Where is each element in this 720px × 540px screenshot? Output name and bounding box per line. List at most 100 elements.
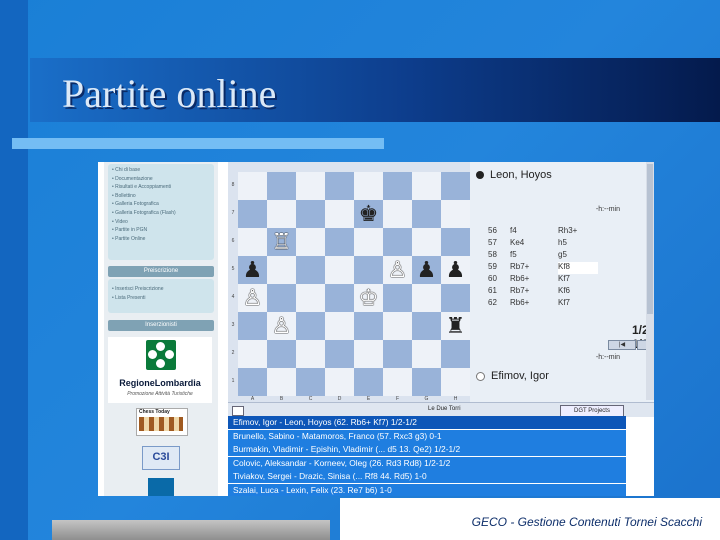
board-square[interactable] <box>296 256 325 284</box>
sidebar-item[interactable]: • Risultati e Accoppiamenti <box>112 183 214 192</box>
move-black[interactable]: Kf8 <box>558 262 598 274</box>
move-white[interactable]: Rb6+ <box>510 298 558 310</box>
board-square[interactable] <box>296 172 325 200</box>
graph-logo-icon[interactable] <box>148 478 174 496</box>
move-white[interactable]: Ke4 <box>510 238 558 250</box>
board-square[interactable] <box>354 340 383 368</box>
board-square[interactable] <box>267 340 296 368</box>
board-square[interactable] <box>354 312 383 340</box>
board-square[interactable] <box>238 340 267 368</box>
board-square[interactable] <box>441 284 470 312</box>
board-square[interactable] <box>354 256 383 284</box>
board-square[interactable] <box>383 312 412 340</box>
nav-button[interactable]: |◀ <box>608 340 636 350</box>
board-square[interactable] <box>412 368 441 396</box>
sidebar-item[interactable]: • Lista Presenti <box>112 294 214 303</box>
board-square[interactable] <box>296 228 325 256</box>
chess-piece-wp2[interactable]: ♙ <box>238 284 267 312</box>
chess-piece-br[interactable]: ♜ <box>441 312 470 340</box>
move-white[interactable]: Rb6+ <box>510 274 558 286</box>
move-row[interactable]: 60 Rb6+ Kf7 <box>488 274 618 286</box>
game-list-item[interactable]: Tiviakov, Sergei - Drazic, Sinisa (... R… <box>228 470 626 483</box>
board-square[interactable] <box>238 312 267 340</box>
board-square[interactable] <box>325 312 354 340</box>
game-list-item[interactable]: Colovic, Aleksandar - Korneev, Oleg (26.… <box>228 456 626 470</box>
game-list-item[interactable]: Efimov, Igor - Leon, Hoyos (62. Rb6+ Kf7… <box>228 416 626 429</box>
chess-today-logo[interactable]: Chess Today <box>136 408 188 436</box>
board-square[interactable] <box>267 172 296 200</box>
move-white[interactable]: f4 <box>510 226 558 238</box>
chess-piece-wk[interactable]: ♔ <box>354 284 383 312</box>
board-square[interactable] <box>383 172 412 200</box>
board-square[interactable] <box>325 284 354 312</box>
chess-piece-wp3[interactable]: ♙ <box>267 312 296 340</box>
board-square[interactable] <box>412 312 441 340</box>
board-square[interactable] <box>383 228 412 256</box>
chess-piece-wr[interactable]: ♖ <box>267 228 296 256</box>
board-square[interactable] <box>325 368 354 396</box>
move-black[interactable]: Kf7 <box>558 274 598 286</box>
board-square[interactable] <box>354 368 383 396</box>
sidebar-item[interactable]: • Galleria Fotografica (Flash) <box>112 209 214 218</box>
board-square[interactable] <box>383 340 412 368</box>
board-square[interactable] <box>325 172 354 200</box>
move-white[interactable]: Rb7+ <box>510 262 558 274</box>
board-square[interactable] <box>412 228 441 256</box>
board-square[interactable] <box>238 200 267 228</box>
board-square[interactable] <box>238 228 267 256</box>
board-square[interactable] <box>267 284 296 312</box>
move-row[interactable]: 61 Rb7+ Kf6 <box>488 286 618 298</box>
board-square[interactable] <box>412 172 441 200</box>
game-list-item[interactable]: Szalai, Luca - Lexin, Felix (23. Re7 b6)… <box>228 483 626 496</box>
chess-piece-bp1[interactable]: ♟ <box>238 256 267 284</box>
board-square[interactable] <box>238 172 267 200</box>
move-black[interactable]: Rh3+ <box>558 226 598 238</box>
board-square[interactable] <box>412 340 441 368</box>
board-square[interactable] <box>296 312 325 340</box>
game-list-item[interactable]: Brunello, Sabino - Matamoros, Franco (57… <box>228 429 626 443</box>
board-square[interactable] <box>412 200 441 228</box>
regione-lombardia-logo[interactable]: RegioneLombardia Promozione Attività Tur… <box>108 337 212 403</box>
sidebar-item[interactable]: • Documentazione <box>112 175 214 184</box>
chess-piece-bp3[interactable]: ♟ <box>441 256 470 284</box>
sidebar-item[interactable]: • Video <box>112 218 214 227</box>
board-square[interactable] <box>296 200 325 228</box>
move-black[interactable]: Kf6 <box>558 286 598 298</box>
scrollbar-thumb[interactable] <box>647 164 653 314</box>
board-square[interactable] <box>296 340 325 368</box>
chess-piece-wp1[interactable]: ♙ <box>383 256 412 284</box>
vertical-scrollbar[interactable] <box>646 162 654 400</box>
board-square[interactable] <box>412 284 441 312</box>
move-row[interactable]: 62 Rb6+ Kf7 <box>488 298 618 310</box>
sidebar-item[interactable]: • Bollettino <box>112 192 214 201</box>
move-black[interactable]: Kf7 <box>558 298 598 310</box>
sidebar-item[interactable]: • Inserisci Preiscrizione <box>112 285 214 294</box>
board-square[interactable] <box>267 256 296 284</box>
board-square[interactable] <box>354 172 383 200</box>
chessboard[interactable]: ♚ ♖ ♟ ♙ ♟ ♟ ♙ ♔ ♙ ♜ <box>238 172 470 396</box>
board-square[interactable] <box>296 368 325 396</box>
board-square[interactable] <box>325 340 354 368</box>
move-white[interactable]: f5 <box>510 250 558 262</box>
monitor-icon[interactable] <box>232 406 244 416</box>
board-square[interactable] <box>325 256 354 284</box>
board-square[interactable] <box>441 200 470 228</box>
c3i-logo[interactable]: C3I <box>142 446 180 470</box>
board-square[interactable] <box>296 284 325 312</box>
board-square[interactable] <box>325 228 354 256</box>
board-square[interactable] <box>383 368 412 396</box>
move-white[interactable]: Rb7+ <box>510 286 558 298</box>
move-row[interactable]: 59 Rb7+ Kf8 <box>488 262 618 274</box>
board-square[interactable] <box>267 368 296 396</box>
board-square[interactable] <box>441 228 470 256</box>
chess-piece-bk[interactable]: ♚ <box>354 200 383 228</box>
game-list-item[interactable]: Burmakin, Vladimir - Epishin, Vladimir (… <box>228 443 626 456</box>
board-square[interactable] <box>354 228 383 256</box>
board-square[interactable] <box>325 200 354 228</box>
move-black[interactable]: h5 <box>558 238 598 250</box>
sidebar-item[interactable]: • Chi di base <box>112 166 214 175</box>
board-square[interactable] <box>238 368 267 396</box>
chess-piece-bp2[interactable]: ♟ <box>412 256 441 284</box>
board-square[interactable] <box>441 172 470 200</box>
move-row[interactable]: 58 f5 g5 <box>488 250 618 262</box>
